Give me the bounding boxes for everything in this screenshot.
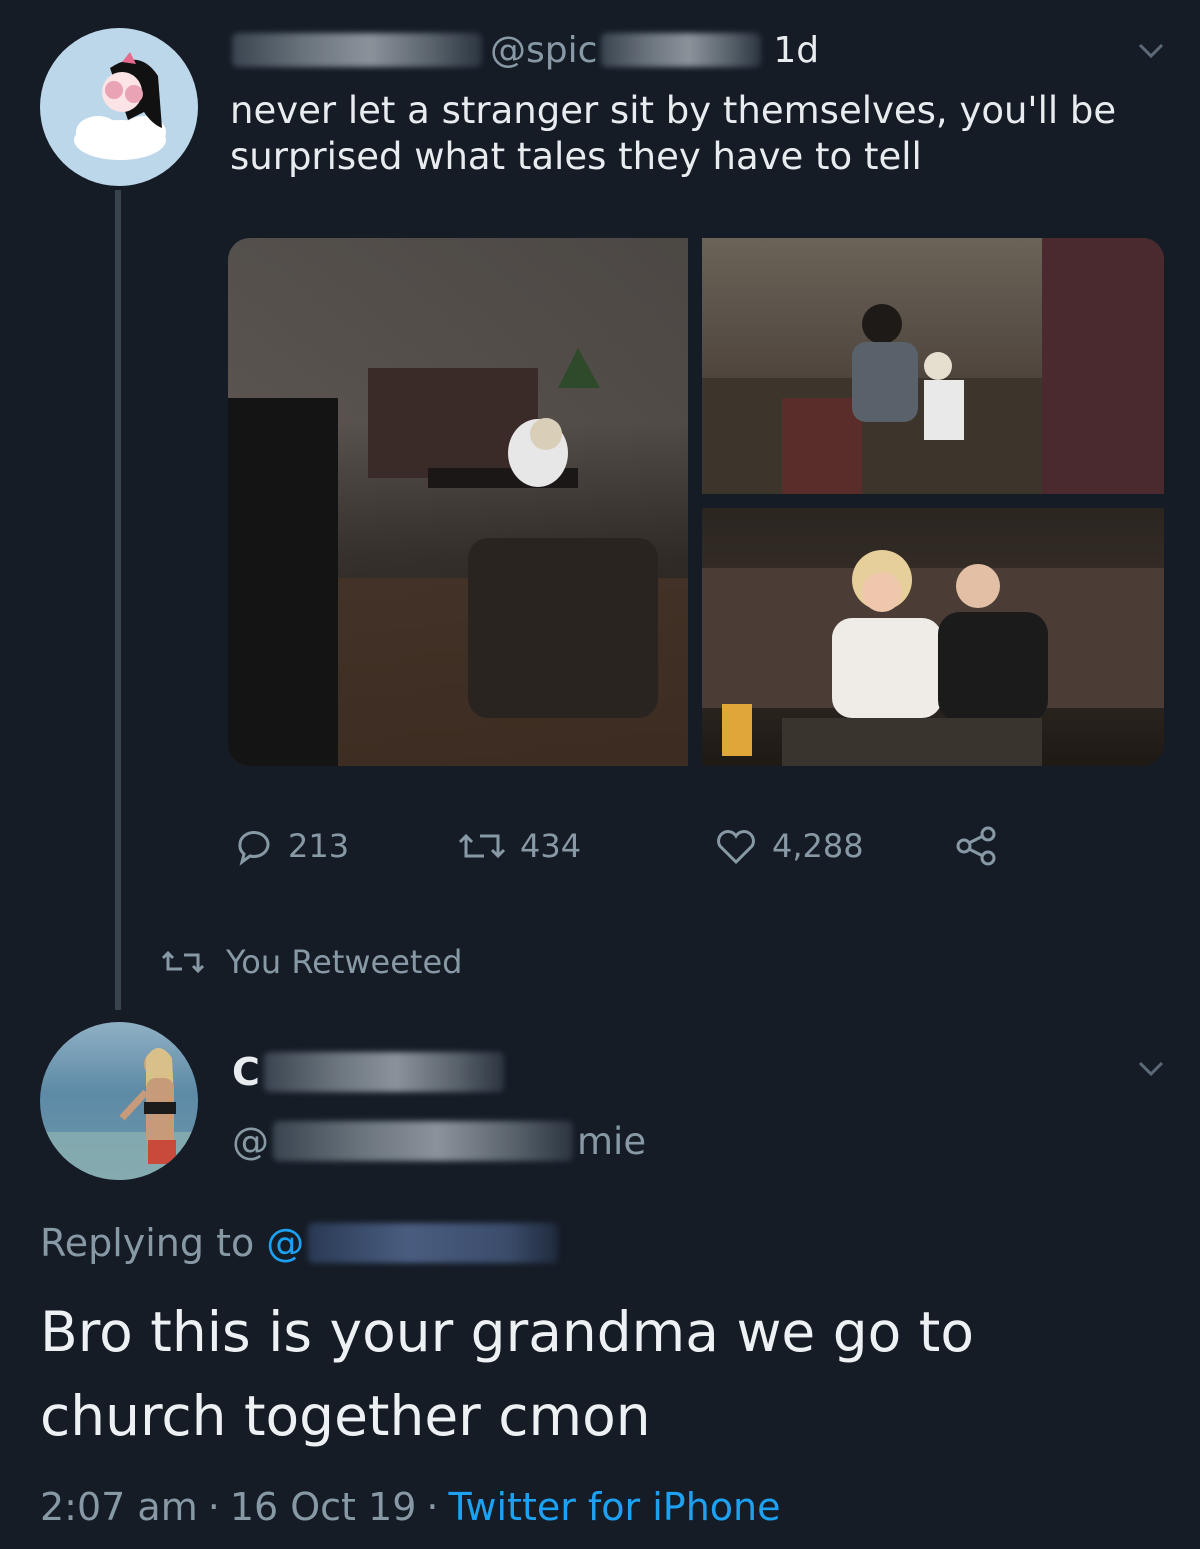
reply-meta: 2:07 am · 16 Oct 19 · Twitter for iPhone bbox=[40, 1482, 781, 1532]
reply-count: 213 bbox=[288, 827, 350, 865]
redacted-name bbox=[232, 33, 482, 67]
author-handle[interactable]: @spic bbox=[490, 30, 597, 71]
reply-text: Bro this is your grandma we go to church… bbox=[40, 1300, 975, 1448]
reply-action[interactable]: 213 bbox=[232, 822, 349, 870]
retweet-notice-text: You Retweeted bbox=[226, 943, 463, 981]
reply-icon bbox=[238, 831, 270, 866]
media-photo-3[interactable] bbox=[702, 508, 1164, 766]
replying-to-at[interactable]: @ bbox=[266, 1221, 304, 1265]
replying-to: Replying to @ bbox=[40, 1218, 559, 1268]
meta-separator: · bbox=[426, 1485, 439, 1529]
tweet-header: @spic 1d bbox=[232, 26, 819, 74]
reply-author-avatar[interactable] bbox=[40, 1022, 198, 1180]
chevron-down-icon[interactable] bbox=[1136, 1052, 1166, 1087]
retweet-action[interactable]: 434 bbox=[456, 822, 581, 870]
redacted-handle bbox=[601, 33, 762, 67]
heart-icon bbox=[717, 830, 755, 865]
media-photo-1[interactable] bbox=[228, 238, 688, 766]
like-count: 4,288 bbox=[772, 827, 864, 865]
reply-date: 16 Oct 19 bbox=[229, 1485, 417, 1529]
redacted-reply-handle bbox=[273, 1121, 573, 1161]
redacted-reply-target bbox=[308, 1223, 559, 1263]
reply-time: 2:07 am bbox=[40, 1485, 198, 1529]
like-action[interactable]: 4,288 bbox=[712, 822, 864, 870]
share-action[interactable] bbox=[952, 822, 1012, 870]
redacted-reply-name bbox=[263, 1052, 504, 1092]
reply-author-handle[interactable]: @ mie bbox=[232, 1116, 646, 1166]
retweet-notice: You Retweeted bbox=[160, 940, 462, 984]
reply-handle-prefix: @ bbox=[232, 1119, 269, 1163]
reply-handle-suffix: mie bbox=[577, 1119, 647, 1163]
retweet-icon bbox=[161, 950, 205, 974]
reply-author-name-visible: C bbox=[232, 1050, 260, 1094]
reply-author-name[interactable]: C bbox=[232, 1044, 504, 1100]
retweet-count: 434 bbox=[520, 827, 582, 865]
reply-source[interactable]: Twitter for iPhone bbox=[448, 1485, 780, 1529]
tweet-media-grid[interactable] bbox=[228, 238, 1164, 766]
tweet-age: 1d bbox=[773, 29, 820, 71]
meta-separator: · bbox=[207, 1485, 220, 1529]
tweet-text: never let a stranger sit by themselves, … bbox=[230, 89, 1117, 178]
share-icon bbox=[956, 826, 996, 866]
author-avatar[interactable] bbox=[40, 28, 198, 186]
media-photo-2[interactable] bbox=[702, 238, 1164, 494]
retweet-icon bbox=[458, 833, 506, 859]
replying-to-label: Replying to bbox=[40, 1221, 255, 1265]
avatar-photo bbox=[40, 1048, 198, 1180]
avatar-illustration bbox=[74, 52, 166, 160]
chevron-down-icon[interactable] bbox=[1136, 34, 1166, 69]
thread-line bbox=[115, 190, 121, 1010]
